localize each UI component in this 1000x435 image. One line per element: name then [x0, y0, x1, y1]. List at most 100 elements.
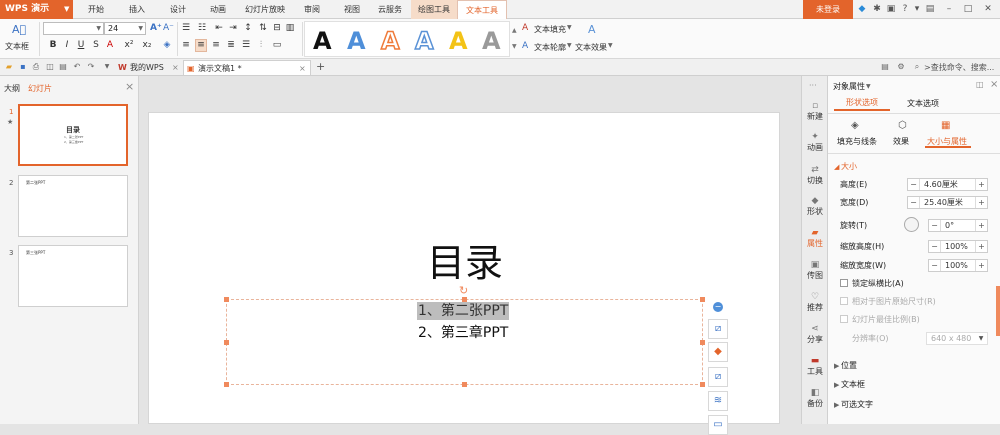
font-color-icon[interactable]: A [104, 40, 116, 51]
decrement-icon[interactable]: − [929, 220, 941, 231]
wordart-style-gray[interactable]: A [482, 27, 501, 55]
wordart-style-yellow[interactable]: A [449, 27, 468, 55]
slide-title[interactable]: 目录 [149, 241, 781, 285]
increment-icon[interactable]: + [975, 260, 987, 271]
lock-ratio-checkbox[interactable] [840, 279, 848, 287]
tab-cloud[interactable]: 云服务 [373, 0, 407, 19]
sidebar-item-properties[interactable]: ▰ 属性 [802, 228, 828, 249]
text-box-fit-icon[interactable]: ▭ [272, 40, 282, 51]
distribute-icon[interactable]: ☰ [241, 40, 251, 51]
sidebar-item-shape[interactable]: ◆ 形状 [802, 196, 828, 217]
numbered-list-icon[interactable]: ☷ [197, 23, 207, 34]
restore-ribbon-icon[interactable]: ▤ [925, 4, 935, 14]
align-center-icon[interactable]: ≡ [195, 39, 207, 52]
vertical-align-icon[interactable]: ⫶ [256, 40, 266, 51]
font-size-select[interactable]: 24 ▼ [104, 22, 146, 35]
decrement-icon[interactable]: − [908, 197, 920, 208]
panel-scrollbar[interactable] [996, 286, 1000, 336]
resize-handle[interactable] [224, 340, 229, 345]
wordart-style-orange-outline[interactable]: A [380, 26, 400, 56]
section-position[interactable]: 位置 [841, 361, 857, 371]
expand-icon[interactable]: ▶ [834, 361, 839, 371]
tab-list-icon[interactable]: ▤ [880, 62, 890, 72]
customize-icon[interactable]: ▼ [102, 62, 112, 72]
resize-handle[interactable] [700, 382, 705, 387]
text-outline-icon[interactable]: A [522, 41, 528, 51]
increment-icon[interactable]: + [975, 197, 987, 208]
tab-text-tools[interactable]: 文本工具 [457, 0, 507, 19]
font-name-select[interactable]: ▼ [43, 22, 104, 35]
sidebar-item-animation[interactable]: ✦ 动画 [802, 132, 828, 153]
chevron-down-icon[interactable]: ▾ [912, 4, 922, 14]
wordart-style-blue-outline[interactable]: A [414, 26, 434, 56]
expand-icon[interactable]: ▶ [834, 400, 839, 410]
gallery-scroll-up-icon[interactable]: ▲ [512, 27, 517, 34]
resize-handle[interactable] [224, 382, 229, 387]
tab-review[interactable]: 审阅 [299, 0, 325, 19]
help-icon[interactable]: ? [900, 4, 910, 14]
settings-icon[interactable]: ⚙ [896, 62, 906, 72]
sidebar-item-tools[interactable]: ▬ 工具 [802, 356, 828, 377]
tab-design[interactable]: 设计 [165, 0, 191, 19]
tab-document[interactable]: ▣ 演示文稿1 * × [183, 60, 311, 75]
line-spacing-icon[interactable]: ↕ [243, 23, 253, 34]
tab-animation[interactable]: 动画 [205, 0, 231, 19]
panel-title[interactable]: 对象属性 [833, 82, 865, 92]
wordart-style-blue[interactable]: A [347, 27, 366, 55]
scale-width-value[interactable]: 100% [943, 260, 973, 271]
text-box-selection[interactable]: ↻ 1、第二张PPT 2、第三章PPT [224, 284, 705, 387]
bold-button[interactable]: B [48, 40, 58, 51]
section-expand-icon[interactable]: ◢ [834, 162, 839, 172]
decrement-icon[interactable]: − [929, 241, 941, 252]
sidebar-item-transition[interactable]: ⇄ 切换 [802, 165, 828, 186]
textbox-icon[interactable]: A⃞ [12, 23, 26, 36]
resize-handle[interactable] [462, 382, 467, 387]
shape-style-icon[interactable]: ⧄ [708, 319, 728, 339]
text-fill-icon[interactable]: A [522, 23, 528, 33]
tab-shape-options[interactable]: 形状选项 [834, 95, 890, 111]
rotate-handle-icon[interactable]: ↻ [459, 284, 468, 297]
save-icon[interactable]: ▪ [18, 62, 28, 72]
app-menu-button[interactable]: WPS 演示 ▼ [0, 0, 73, 19]
export-pdf-icon[interactable]: ▤ [58, 62, 68, 72]
textbox-button[interactable]: 文本框 [5, 41, 29, 52]
new-tab-icon[interactable]: + [316, 60, 325, 73]
subscript-icon[interactable]: x₂ [140, 40, 154, 51]
increment-icon[interactable]: + [975, 179, 987, 190]
sidebar-item-upload[interactable]: ▣ 传图 [802, 260, 828, 281]
preview-icon[interactable]: ◫ [45, 62, 55, 72]
resize-handle[interactable] [224, 297, 229, 302]
sidebar-item-recommend[interactable]: ♡ 推荐 [802, 292, 828, 313]
chevron-down-icon[interactable]: ▼ [608, 42, 613, 49]
subtab-effect[interactable]: 效果 [893, 137, 909, 147]
expand-icon[interactable]: ▶ [834, 380, 839, 390]
fill-icon[interactable]: ◆ [708, 342, 728, 362]
tab-view[interactable]: 视图 [339, 0, 365, 19]
tab-slides[interactable]: 幻灯片 [28, 83, 52, 94]
shrink-font-icon[interactable]: A⁻ [163, 23, 174, 34]
open-icon[interactable]: ▰ [4, 62, 14, 72]
close-icon[interactable]: × [990, 80, 998, 90]
best-scale-checkbox[interactable] [840, 315, 848, 323]
minimize-icon[interactable]: – [944, 4, 954, 14]
bullet-list-icon[interactable]: ☰ [181, 23, 191, 34]
undo-icon[interactable]: ↶ [72, 62, 82, 72]
increase-indent-icon[interactable]: ⇥ [228, 23, 238, 34]
redo-icon[interactable]: ↷ [86, 62, 96, 72]
outline-icon[interactable]: ⧄ [708, 367, 728, 387]
decrease-indent-icon[interactable]: ⇤ [214, 23, 224, 34]
chevron-down-icon[interactable]: ▼ [866, 82, 871, 92]
section-alt-text[interactable]: 可选文字 [841, 400, 873, 410]
slide-thumbnail[interactable]: 目录 1、第二张PPT 2、第三章PPT [18, 104, 128, 166]
close-icon[interactable]: × [172, 60, 179, 75]
text-effect-button[interactable]: 文本效果 [575, 42, 607, 53]
skin-icon[interactable]: ▣ [886, 4, 896, 14]
close-icon[interactable]: × [125, 80, 134, 93]
height-value[interactable]: 4.60厘米 [922, 179, 973, 190]
close-icon[interactable]: × [299, 61, 306, 76]
tab-insert[interactable]: 插入 [124, 0, 150, 19]
relative-original-checkbox[interactable] [840, 297, 848, 305]
chevron-down-icon[interactable]: ▼ [567, 24, 572, 31]
tab-drawing-tools[interactable]: 绘图工具 [411, 0, 457, 19]
text-fill-button[interactable]: 文本填充 [534, 24, 566, 35]
